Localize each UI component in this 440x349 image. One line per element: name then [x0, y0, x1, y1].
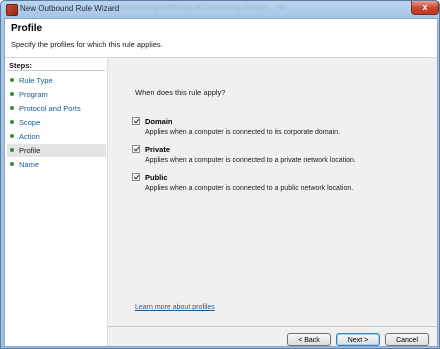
public-description: Applies when a computer is connected to …	[145, 185, 354, 192]
background-window-text: RPC/Netcoring (WMI-Out) RPC/Netcoring Do…	[111, 4, 286, 11]
step-label: Profile	[19, 146, 41, 155]
private-description: Applies when a computer is connected to …	[145, 157, 356, 164]
public-option: Public Applies when a computer is connec…	[132, 173, 422, 203]
close-icon: x	[422, 2, 428, 12]
bullet-icon	[10, 120, 14, 124]
firewall-app-icon	[6, 4, 18, 16]
wizard-window: New Outbound Rule Wizard RPC/Netcoring (…	[0, 0, 440, 349]
cancel-button[interactable]: Cancel	[385, 333, 429, 346]
bullet-icon	[10, 148, 14, 152]
domain-option: Domain Applies when a computer is connec…	[132, 117, 422, 147]
step-profile[interactable]: Profile	[7, 144, 106, 157]
page-subtitle: Specify the profiles for which this rule…	[11, 40, 163, 49]
public-label[interactable]: Public	[145, 173, 168, 182]
step-name[interactable]: Name	[7, 158, 106, 171]
step-label: Scope	[19, 118, 41, 127]
step-scope[interactable]: Scope	[7, 116, 106, 129]
apply-question: When does this rule apply?	[135, 88, 226, 97]
step-label: Action	[19, 132, 40, 141]
main-content: When does this rule apply? Domain Applie…	[108, 58, 437, 346]
window-title: New Outbound Rule Wizard	[20, 4, 120, 13]
bullet-icon	[10, 134, 14, 138]
step-label: Rule Type	[19, 76, 53, 85]
back-button[interactable]: < Back	[287, 333, 331, 346]
bullet-icon	[10, 78, 14, 82]
public-checkbox[interactable]	[132, 173, 140, 181]
bullet-icon	[10, 106, 14, 110]
close-button[interactable]: x	[411, 1, 439, 15]
next-button[interactable]: Next >	[336, 333, 380, 346]
footer-divider	[108, 326, 437, 327]
step-protocol-and-ports[interactable]: Protocol and Ports	[7, 102, 106, 115]
bullet-icon	[10, 162, 14, 166]
step-program[interactable]: Program	[7, 88, 106, 101]
steps-heading: Steps:	[9, 61, 32, 70]
wizard-client-area: Profile Specify the profiles for which t…	[4, 18, 438, 347]
steps-pane: Steps: Rule Type Program Protocol and Po…	[5, 58, 108, 346]
wizard-header: Profile Specify the profiles for which t…	[5, 19, 437, 58]
step-label: Program	[19, 90, 48, 99]
page-title: Profile	[11, 23, 43, 34]
domain-description: Applies when a computer is connected to …	[145, 129, 340, 136]
private-label[interactable]: Private	[145, 145, 170, 154]
step-action[interactable]: Action	[7, 130, 106, 143]
step-label: Protocol and Ports	[19, 104, 81, 113]
steps-divider	[7, 70, 105, 71]
learn-more-link[interactable]: Learn more about profiles	[135, 304, 215, 311]
private-option: Private Applies when a computer is conne…	[132, 145, 422, 175]
bullet-icon	[10, 92, 14, 96]
step-rule-type[interactable]: Rule Type	[7, 74, 106, 87]
domain-label[interactable]: Domain	[145, 117, 173, 126]
title-bar[interactable]: New Outbound Rule Wizard RPC/Netcoring (…	[1, 1, 439, 17]
private-checkbox[interactable]	[132, 145, 140, 153]
domain-checkbox[interactable]	[132, 117, 140, 125]
step-label: Name	[19, 160, 40, 169]
